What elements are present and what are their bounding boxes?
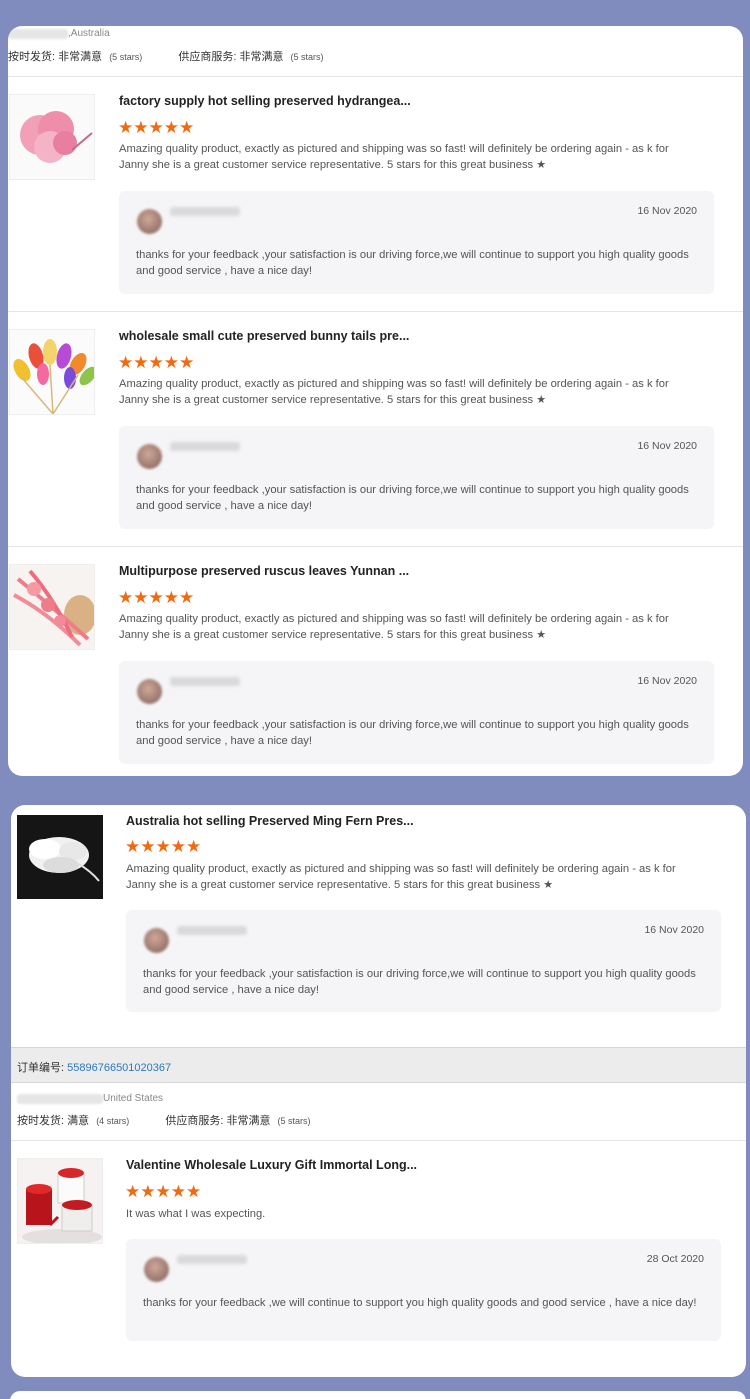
supplier-stars: (5 stars) — [277, 1116, 311, 1126]
next-card-edge — [10, 1391, 746, 1399]
rating-stars: ★★★★★ — [118, 118, 195, 137]
replier-name-blurred — [170, 442, 240, 451]
review-item: factory supply hot selling preserved hyd… — [8, 76, 743, 311]
buyer-info: ,Australia — [8, 28, 110, 44]
shipping-stars: (5 stars) — [109, 52, 143, 62]
avatar — [137, 209, 162, 234]
review-item: Valentine Wholesale Luxury Gift Immortal… — [11, 1140, 746, 1377]
seller-reply: 16 Nov 2020 thanks for your feedback ,yo… — [119, 191, 714, 294]
rating-stars: ★★★★★ — [118, 353, 195, 372]
replier-name-blurred — [177, 926, 247, 935]
reply-text: thanks for your feedback ,your satisfact… — [136, 719, 689, 747]
reply-text: thanks for your feedback ,your satisfact… — [143, 968, 696, 996]
reply-date: 16 Nov 2020 — [644, 924, 704, 936]
supplier-value: 非常满意 — [239, 51, 284, 63]
product-thumbnail-gift-box[interactable] — [17, 1158, 103, 1244]
buyer-info: United States — [17, 1093, 163, 1109]
seller-reply: 28 Oct 2020 thanks for your feedback ,we… — [126, 1239, 721, 1341]
seller-reply: 16 Nov 2020 thanks for your feedback ,yo… — [119, 661, 714, 764]
reply-date: 16 Nov 2020 — [637, 675, 697, 687]
seller-ratings: 按时发货: 非常满意 (5 stars) 供应商服务: 非常满意 (5 star… — [8, 48, 324, 64]
supplier-stars: (5 stars) — [290, 52, 324, 62]
review-item: Multipurpose preserved ruscus leaves Yun… — [8, 546, 743, 776]
product-title[interactable]: Australia hot selling Preserved Ming Fer… — [126, 814, 414, 828]
avatar — [137, 444, 162, 469]
rating-stars: ★★★★★ — [125, 1182, 202, 1201]
order-number-link[interactable]: 55896766501020367 — [67, 1062, 171, 1074]
review-text: Amazing quality product, exactly as pict… — [126, 863, 676, 891]
product-title[interactable]: factory supply hot selling preserved hyd… — [119, 94, 411, 108]
review-item: wholesale small cute preserved bunny tai… — [8, 311, 743, 546]
buyer-country: ,Australia — [68, 28, 110, 39]
review-text: It was what I was expecting. — [126, 1208, 266, 1220]
replier-name-blurred — [177, 1255, 247, 1264]
avatar — [137, 679, 162, 704]
shipping-label: 按时发货: — [8, 51, 56, 63]
product-title[interactable]: Valentine Wholesale Luxury Gift Immortal… — [126, 1158, 417, 1172]
rating-stars: ★★★★★ — [118, 588, 195, 607]
replier-name-blurred — [170, 207, 240, 216]
review-text: Amazing quality product, exactly as pict… — [119, 613, 669, 641]
review-text: Amazing quality product, exactly as pict… — [119, 143, 669, 171]
product-thumbnail-hydrangea[interactable] — [9, 94, 95, 180]
order-label: 订单编号: — [17, 1062, 65, 1074]
reply-date: 16 Nov 2020 — [637, 440, 697, 452]
seller-reply: 16 Nov 2020 thanks for your feedback ,yo… — [119, 426, 714, 529]
buyer-name-blurred — [8, 28, 68, 39]
seller-ratings: 按时发货: 满意 (4 stars) 供应商服务: 非常满意 (5 stars) — [17, 1112, 311, 1128]
buyer-country: United States — [103, 1093, 164, 1104]
review-card-1: ,Australia 按时发货: 非常满意 (5 stars) 供应商服务: 非… — [8, 26, 743, 776]
avatar — [144, 928, 169, 953]
reply-date: 28 Oct 2020 — [646, 1253, 704, 1265]
product-title[interactable]: Multipurpose preserved ruscus leaves Yun… — [119, 564, 409, 578]
product-thumbnail-ming-fern[interactable] — [17, 815, 103, 899]
replier-name-blurred — [170, 677, 240, 686]
reply-text: thanks for your feedback ,your satisfact… — [136, 484, 689, 512]
avatar — [144, 1257, 169, 1282]
review-card-2: Australia hot selling Preserved Ming Fer… — [11, 805, 746, 1377]
seller-reply: 16 Nov 2020 thanks for your feedback ,yo… — [126, 910, 721, 1012]
shipping-value: 非常满意 — [58, 51, 103, 63]
order-bar: 订单编号: 55896766501020367 — [11, 1047, 746, 1083]
supplier-label: 供应商服务: — [178, 51, 237, 63]
rating-stars: ★★★★★ — [125, 837, 202, 856]
reply-text: thanks for your feedback ,we will contin… — [143, 1297, 697, 1309]
shipping-stars: (4 stars) — [96, 1116, 130, 1126]
product-title[interactable]: wholesale small cute preserved bunny tai… — [119, 329, 409, 343]
supplier-value: 非常满意 — [226, 1115, 271, 1127]
reply-text: thanks for your feedback ,your satisfact… — [136, 249, 689, 277]
review-item: Australia hot selling Preserved Ming Fer… — [11, 805, 746, 1029]
review-text: Amazing quality product, exactly as pict… — [119, 378, 669, 406]
shipping-value: 满意 — [67, 1115, 90, 1127]
product-thumbnail-bunny-tails[interactable] — [9, 329, 95, 415]
reply-date: 16 Nov 2020 — [637, 205, 697, 217]
shipping-label: 按时发货: — [17, 1115, 65, 1127]
buyer-name-blurred — [17, 1093, 103, 1104]
product-thumbnail-ruscus[interactable] — [9, 564, 95, 650]
supplier-label: 供应商服务: — [165, 1115, 224, 1127]
